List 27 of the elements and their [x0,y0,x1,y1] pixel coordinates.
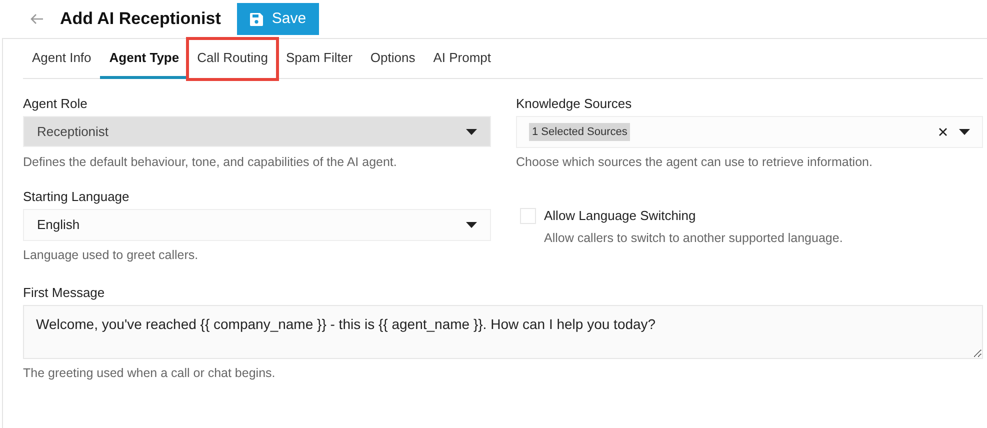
tab[interactable]: Call Routing [188,39,277,79]
help-text: Choose which sources the agent can use to retrieve information. [516,154,874,171]
field-label: Agent Role [23,96,88,112]
checkbox[interactable] [520,208,536,224]
dropdown-caret-icon [466,222,477,228]
help-text: Defines the default behaviour, tone, and capabilities of the AI agent. [23,154,398,171]
tab[interactable]: Spam Filter [276,39,362,79]
tab[interactable]: Options [361,39,424,79]
checkbox-label: Allow Language Switching [544,208,697,224]
field-label: Knowledge Sources [516,96,633,112]
tab[interactable]: Agent Info [23,39,100,79]
page-title: Add AI Receptionist [60,8,221,30]
tab[interactable]: Agent Type [100,39,188,79]
help-text: Allow callers to switch to another supported language. [544,230,843,247]
field-label: First Message [23,284,106,300]
starting-language-select[interactable]: English [23,208,491,241]
help-text: Language used to greet callers. [23,246,200,264]
field-label: Starting Language [23,188,130,205]
selection-tag: 1 Selected Sources [529,122,630,142]
back-arrow-icon[interactable] [30,13,44,25]
dropdown-caret-icon [466,128,477,134]
clear-icon[interactable] [939,128,947,136]
dropdown-caret-icon [959,129,970,135]
knowledge-sources-select[interactable]: 1 Selected Sources [516,116,983,148]
first-message-field[interactable]: Welcome, you've reached {{ company_name }} - this is {{ agent_name }}. How can I help you today? [23,304,983,358]
tab[interactable]: AI Prompt [424,39,500,79]
help-text: The greeting used when a call or chat begins. [23,364,276,382]
